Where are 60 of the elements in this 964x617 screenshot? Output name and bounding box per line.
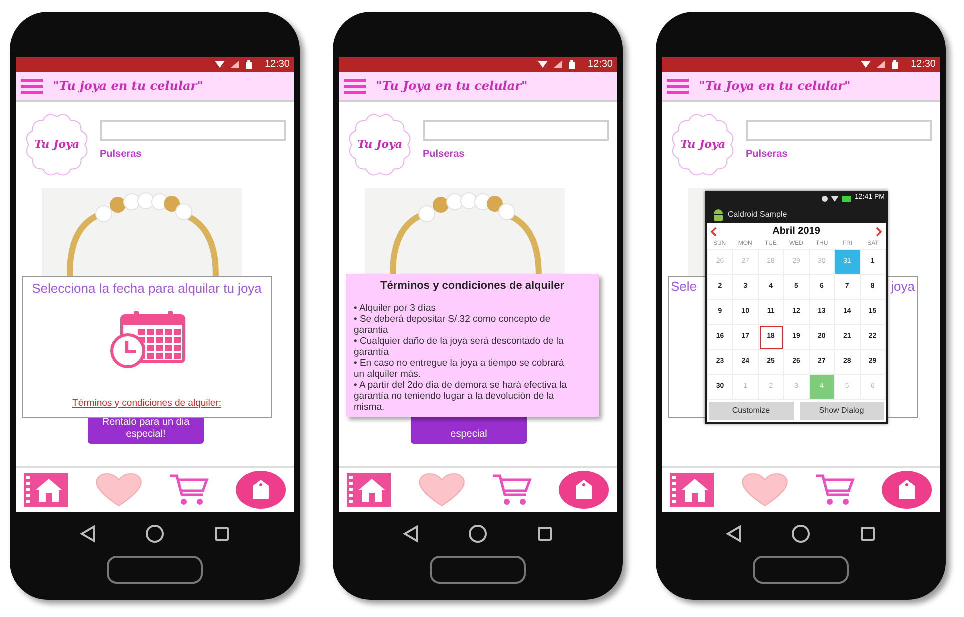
- heart-icon[interactable]: [740, 472, 789, 508]
- menu-icon[interactable]: [667, 78, 689, 94]
- scalloped-frame-icon: [670, 112, 736, 178]
- terms-item: • Cualquier daño de la joya será descontado de la garantía: [354, 336, 565, 358]
- category-label: Pulseras: [423, 148, 466, 162]
- menu-icon[interactable]: [344, 78, 366, 94]
- category-label: Pulseras: [100, 148, 143, 162]
- previous-month-icon[interactable]: [711, 226, 717, 236]
- heart-icon[interactable]: [418, 472, 466, 508]
- cart-icon[interactable]: [169, 473, 210, 507]
- sale-tag-icon[interactable]: [882, 471, 932, 509]
- recent-apps-icon[interactable]: [860, 526, 876, 542]
- status-time: 12:30: [588, 58, 613, 72]
- cart-icon[interactable]: [492, 473, 532, 507]
- home-icon[interactable]: [670, 473, 714, 507]
- sale-tag-icon[interactable]: [558, 471, 609, 509]
- dialog-title-start: Sele: [671, 278, 698, 296]
- dialog-title-end: joya: [891, 278, 915, 296]
- sale-tag-icon[interactable]: [236, 471, 286, 509]
- home-icon[interactable]: [24, 473, 68, 507]
- logo-text: Tu Joya: [357, 136, 403, 153]
- recent-apps-icon[interactable]: [536, 526, 553, 542]
- calendar-clock-icon: [108, 310, 186, 368]
- home-circle-icon[interactable]: [144, 524, 165, 544]
- status-icons: [821, 194, 852, 202]
- logo-text: Tu Joya: [680, 136, 726, 153]
- terms-item: • En caso no entregue la joya a tiempo se cobrará un alquiler más.: [354, 358, 566, 380]
- calendar-button[interactable]: Show Dialog: [800, 402, 884, 420]
- logo-text: Tu Joya: [34, 136, 80, 153]
- calendar-button[interactable]: Customize: [709, 402, 794, 420]
- home-circle-icon[interactable]: [790, 524, 811, 544]
- back-icon[interactable]: [403, 524, 420, 542]
- back-icon[interactable]: [80, 524, 96, 542]
- search-field[interactable]: [423, 120, 609, 141]
- app-title: "Tu Joya en tu celular": [699, 78, 851, 95]
- search-field[interactable]: [746, 120, 932, 141]
- app-title: "Tu joya en tu celular": [53, 78, 204, 95]
- scalloped-frame-icon: [24, 112, 90, 178]
- recent-apps-icon[interactable]: [214, 526, 230, 542]
- scalloped-frame-icon: [347, 112, 413, 178]
- terms-link[interactable]: Términos y condiciones de alquiler:: [72, 396, 222, 411]
- category-label: Pulseras: [746, 148, 789, 162]
- terms-title: Términos y condiciones de alquiler: [380, 279, 566, 294]
- back-icon[interactable]: [726, 524, 742, 542]
- status-time: 12:30: [264, 58, 290, 72]
- cart-icon[interactable]: [815, 473, 856, 507]
- terms-item: • Se deberá depositar S/.32 como concepto de garantia: [354, 314, 552, 336]
- search-field[interactable]: [100, 120, 286, 141]
- terms-item: • Alquiler por 3 días: [354, 302, 438, 314]
- next-month-icon[interactable]: [876, 226, 882, 236]
- android-icon: [713, 208, 724, 220]
- month-title: Abril 2019: [772, 225, 820, 239]
- status-time: 12:30: [910, 58, 936, 72]
- dialog-title: Selecciona la fecha para alquilar tu joya: [32, 280, 262, 298]
- menu-icon[interactable]: [21, 78, 43, 94]
- home-icon[interactable]: [347, 473, 391, 507]
- app-title: "Tu Joya en tu celular": [376, 78, 528, 95]
- home-circle-icon[interactable]: [468, 524, 488, 544]
- app-title: Caldroid Sample: [728, 208, 788, 220]
- heart-icon[interactable]: [94, 472, 143, 508]
